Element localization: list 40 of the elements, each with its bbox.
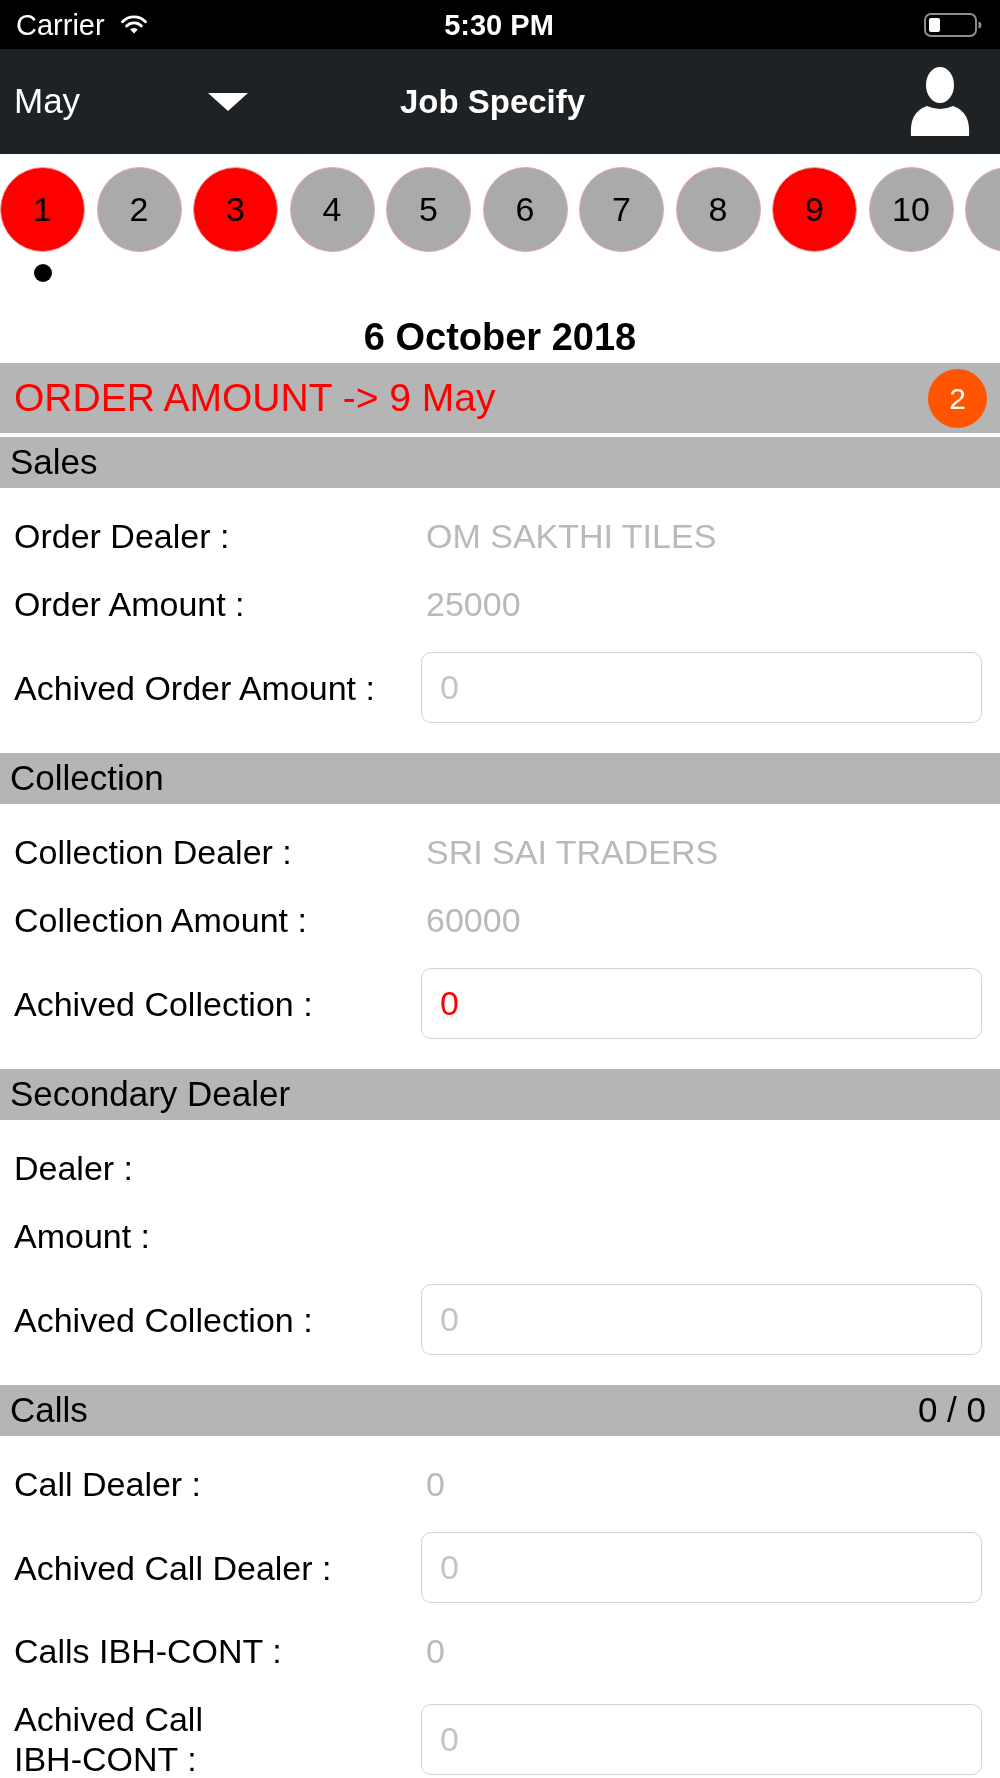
field-label: Call Dealer : <box>14 1463 202 1505</box>
field-label: Collection Amount : <box>14 899 307 941</box>
section-title: Secondary Dealer <box>10 1073 291 1116</box>
calls-count: 0 / 0 <box>917 1389 986 1432</box>
field-value: 0 <box>426 1463 445 1505</box>
field-label: Achived Call Dealer : <box>14 1547 332 1588</box>
field-value: SRI SAI TRADERS <box>426 831 719 873</box>
field-value: OM SAKTHI TILES <box>426 515 717 557</box>
section-title: Sales <box>10 441 98 484</box>
field-label: Collection Dealer : <box>14 831 292 873</box>
field-label: Achived Collection : <box>14 983 313 1024</box>
section-title: Collection <box>10 757 164 800</box>
status-time: 5:30 PM <box>444 7 554 42</box>
amount-input[interactable]: 0 <box>421 652 982 723</box>
field-label: Order Amount : <box>14 583 245 625</box>
field-label: Achived Call IBH-CONT : <box>14 1699 204 1778</box>
amount-input[interactable]: 0 <box>421 1532 982 1603</box>
section-title: Calls <box>10 1389 88 1432</box>
month-dropdown[interactable]: May <box>14 75 249 128</box>
amount-input[interactable]: 0 <box>421 1284 982 1355</box>
banner-text: ORDER AMOUNT -> 9 May <box>14 374 496 421</box>
field-label: Order Dealer : <box>14 515 230 557</box>
carrier-name: Carrier <box>16 7 105 42</box>
user-icon[interactable] <box>909 65 971 138</box>
date-heading: 6 October 2018 <box>363 315 637 359</box>
amount-input[interactable]: 0 <box>421 968 982 1039</box>
screen-title: Job Specify <box>399 81 586 122</box>
field-label: Dealer : <box>14 1147 134 1189</box>
field-label: Achived Order Amount : <box>14 667 375 708</box>
wifi-icon <box>120 15 147 34</box>
field-value: 25000 <box>426 583 521 625</box>
caret-down-icon <box>208 92 249 111</box>
amount-input[interactable]: 0 <box>421 1703 982 1775</box>
field-label: Amount : <box>14 1215 151 1257</box>
count-badge: 2 <box>928 368 987 428</box>
field-label: Achived Collection : <box>14 1299 313 1340</box>
field-value: 0 <box>426 1630 445 1672</box>
field-label: Calls IBH-CONT : <box>14 1630 282 1672</box>
field-value: 60000 <box>426 899 521 941</box>
battery-icon <box>924 12 982 37</box>
